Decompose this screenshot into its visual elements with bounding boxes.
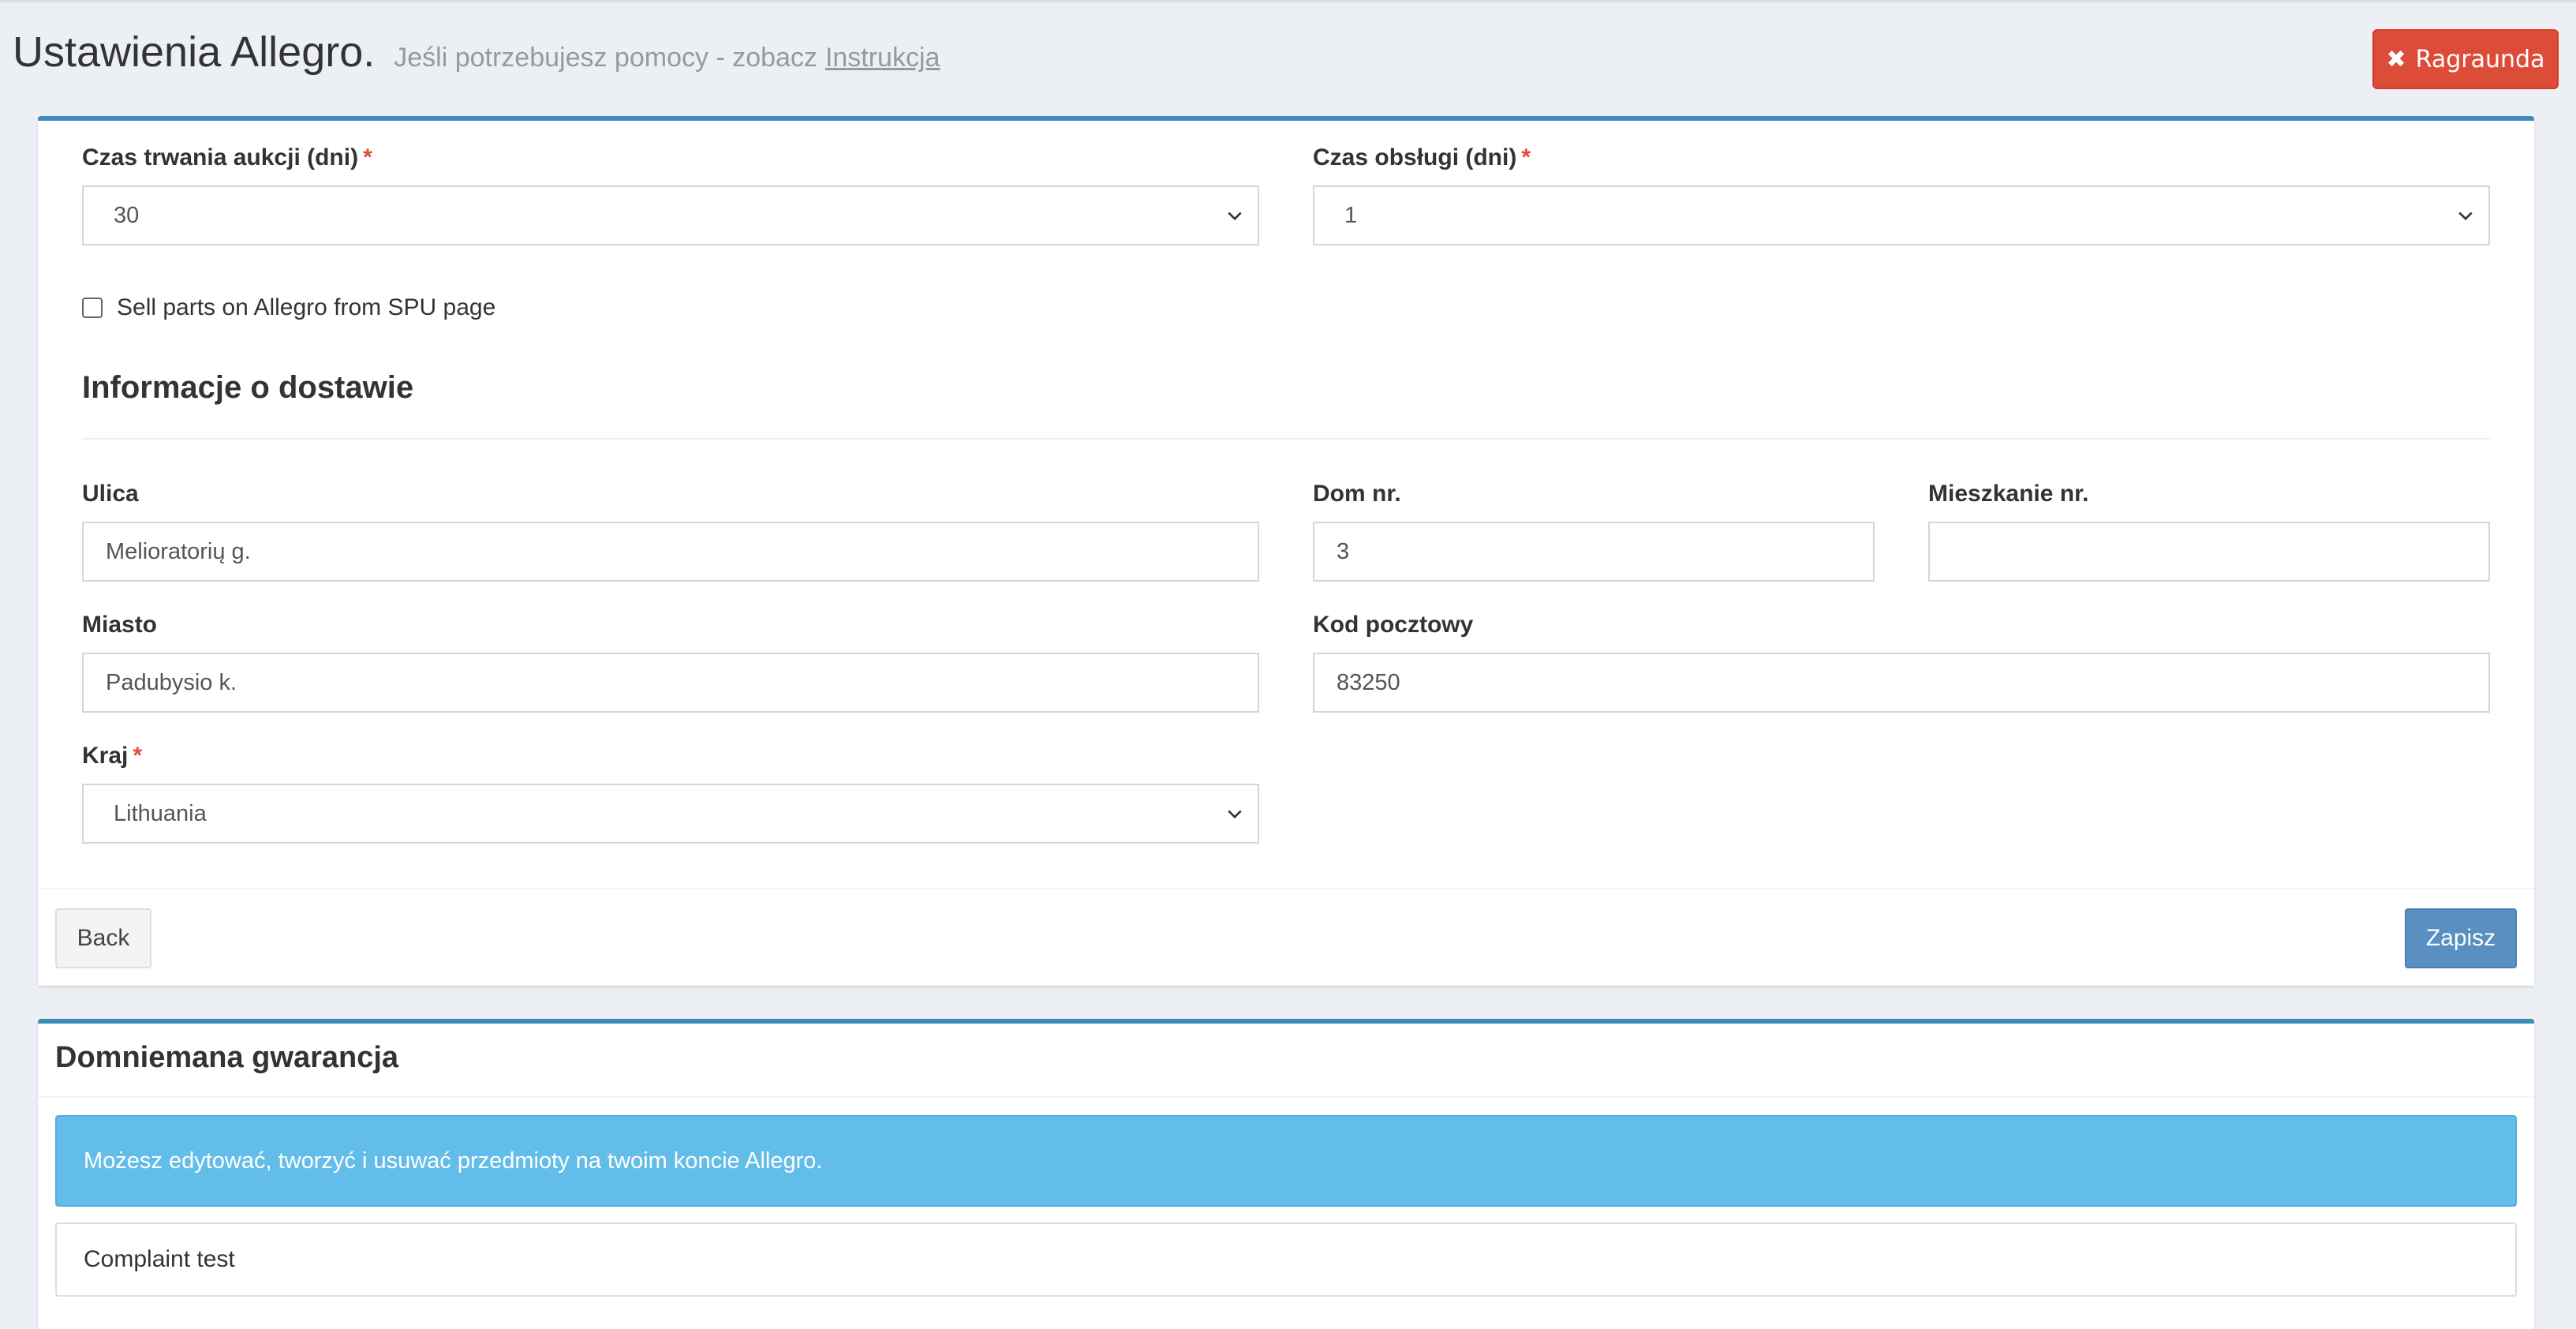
instruction-link[interactable]: Instrukcja bbox=[825, 43, 940, 73]
chevron-down-icon bbox=[1228, 810, 1242, 819]
handling-time-value: 1 bbox=[1344, 202, 1358, 228]
help-text: Jeśli potrzebujesz pomocy - zobacz bbox=[394, 43, 817, 73]
city-label: Miasto bbox=[82, 612, 158, 638]
house-no-label: Dom nr. bbox=[1313, 481, 1401, 507]
city-value: Padubysio k. bbox=[106, 669, 237, 695]
street-value: Melioratorių g. bbox=[106, 538, 251, 564]
handling-time-label: Czas obsługi (dni) * bbox=[1313, 144, 1531, 170]
close-icon: ✖ bbox=[2386, 45, 2406, 73]
chevron-down-icon bbox=[1228, 212, 1242, 221]
page-title: Ustawienia Allegro. bbox=[13, 28, 376, 76]
settings-box-footer: Back Zapisz bbox=[38, 888, 2534, 986]
info-callout: Możesz edytować, tworzyć i usuwać przedm… bbox=[55, 1115, 2517, 1207]
apartment-no-input[interactable] bbox=[1928, 522, 2490, 582]
postal-code-value: 83250 bbox=[1337, 669, 1400, 695]
city-input[interactable]: Padubysio k. bbox=[82, 653, 1259, 713]
section-divider bbox=[82, 438, 2490, 440]
page-subtitle: Jeśli potrzebujesz pomocy - zobacz Instru… bbox=[394, 43, 940, 73]
auction-duration-value: 30 bbox=[114, 202, 140, 228]
close-button-label: Ragraunda bbox=[2415, 45, 2545, 73]
postal-code-label: Kod pocztowy bbox=[1313, 612, 1474, 638]
settings-box: Czas trwania aukcji (dni) * 30 Czas obsłu… bbox=[38, 116, 2534, 986]
country-value: Lithuania bbox=[114, 800, 207, 826]
list-item[interactable]: Complaint test bbox=[55, 1222, 2517, 1297]
house-no-value: 3 bbox=[1337, 538, 1350, 564]
apartment-no-label: Mieszkanie nr. bbox=[1928, 481, 2089, 507]
close-button[interactable]: ✖ Ragraunda bbox=[2372, 29, 2559, 89]
warranty-box-header: Domniemana gwarancja bbox=[38, 1024, 2534, 1098]
delivery-section-title: Informacje o dostawie bbox=[82, 370, 414, 405]
sell-parts-checkbox[interactable] bbox=[82, 298, 103, 318]
page-header: Ustawienia Allegro. Jeśli potrzebujesz p… bbox=[13, 28, 940, 77]
country-select[interactable]: Lithuania bbox=[82, 784, 1259, 844]
street-input[interactable]: Melioratorių g. bbox=[82, 522, 1259, 582]
page: Ustawienia Allegro. Jeśli potrzebujesz p… bbox=[0, 0, 2576, 1329]
country-label: Kraj * bbox=[82, 743, 143, 769]
house-no-input[interactable]: 3 bbox=[1313, 522, 1875, 582]
auction-duration-select[interactable]: 30 bbox=[82, 185, 1259, 245]
chevron-down-icon bbox=[2458, 212, 2473, 221]
sell-parts-row: Sell parts on Allegro from SPU page bbox=[82, 294, 495, 321]
warranty-title: Domniemana gwarancja bbox=[55, 1041, 399, 1074]
street-label: Ulica bbox=[82, 481, 139, 507]
auction-duration-label: Czas trwania aukcji (dni) * bbox=[82, 144, 372, 170]
warranty-box: Domniemana gwarancja Możesz edytować, tw… bbox=[38, 1019, 2534, 1329]
sell-parts-label[interactable]: Sell parts on Allegro from SPU page bbox=[117, 294, 495, 321]
handling-time-select[interactable]: 1 bbox=[1313, 185, 2490, 245]
back-button[interactable]: Back bbox=[55, 908, 151, 968]
postal-code-input[interactable]: 83250 bbox=[1313, 653, 2490, 713]
save-button[interactable]: Zapisz bbox=[2405, 908, 2517, 968]
